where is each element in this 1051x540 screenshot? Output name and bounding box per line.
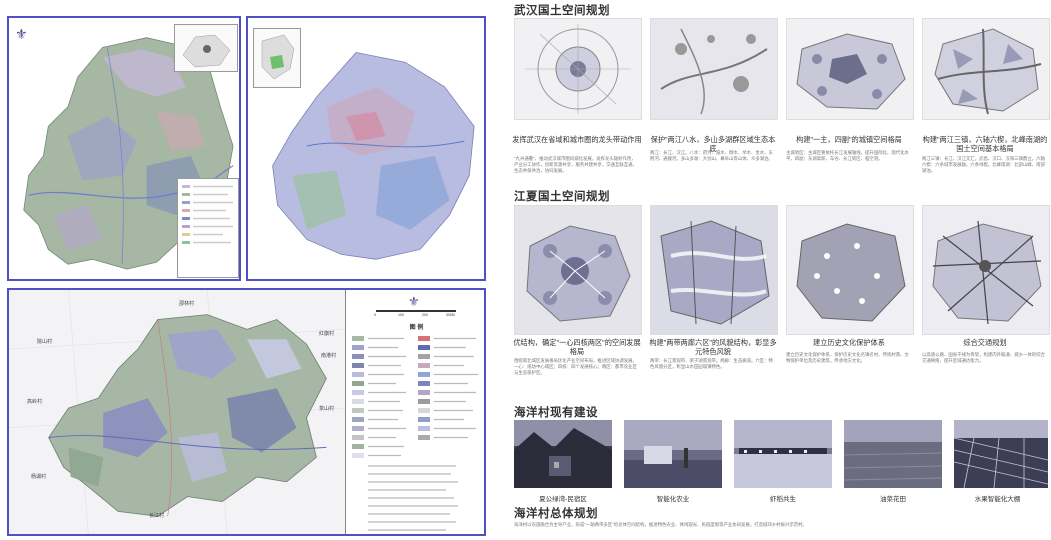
section-title-wuhan: 武汉国土空间规划 (514, 5, 610, 17)
jiangxia-caption-1: 优结构，确定"一心四核两区"的空间发展格局 (513, 338, 641, 356)
wuhan-diagram-3 (786, 18, 914, 120)
map-panel-top-right: ⚜ (246, 16, 486, 281)
village-label: 长江村 (149, 513, 165, 519)
photo-shrimp-rice (734, 420, 832, 488)
village-label: 院山村 (37, 339, 53, 345)
fleur-logo-icon: ⚜ (408, 294, 420, 309)
legend-title: 图 例 (409, 325, 424, 331)
photo-caption: 水果智能化大棚 (974, 496, 1021, 503)
wuhan-caption-4: 构建"两江三镇，六轴六楔，北峰南湖的国土空间基本格局 (922, 135, 1048, 153)
overall-text: 海洋村以农旅融合为主导产业，形成"一轴两带多区"的总体空间结构，推进特色农业、休… (514, 522, 807, 527)
jiangxia-diagram-2 (650, 205, 778, 335)
jiangxia-caption-4: 综合交通规划 (963, 338, 1007, 347)
wuhan-diagram-2 (650, 18, 778, 120)
village-label: 高岭村 (27, 399, 43, 405)
wuhan-text-2: 两江：长江、汉江。八水：府河、滠水、倒水、举水、金水、东荆河、通顺河。多山多湖：… (650, 150, 773, 161)
map-panel-bottom: 邵林村 院山村 红旗村 南港村 茶山村 高岭村 杨湖村 长江村 ⚜ 0 100 … (7, 288, 486, 536)
jiangxia-diagram-3 (786, 205, 914, 335)
scale-tick: 0 (374, 313, 376, 317)
village-label: 杨湖村 (31, 474, 47, 480)
legend-box (177, 178, 239, 278)
photo-caption: 智能化农业 (656, 496, 690, 503)
scale-bar: 0 100 200 300M (374, 310, 456, 318)
map-panel-top-left: ⚜ (7, 16, 241, 281)
scale-tick: 200 (422, 313, 428, 317)
legend-entries (352, 336, 478, 531)
wuhan-diagram-4 (922, 18, 1050, 120)
photo-caption: 虾稻共生 (770, 496, 796, 503)
legend-panel: ⚜ 0 100 200 300M 图 例 (345, 290, 484, 534)
jiangxia-diagram-4 (922, 205, 1050, 335)
section-title-overall: 海洋村总体规划 (514, 508, 598, 520)
fleur-logo-icon: ⚜ (15, 26, 28, 42)
section-title-haiyang: 海洋村现有建设 (514, 407, 598, 419)
jiangxia-text-1: 围绕南北城区发展格局优化产业空间布局，推进区域协调发展，一心：纸坊中心城区；四核… (514, 358, 637, 375)
village-label: 邵林村 (179, 301, 195, 307)
village-label: 茶山村 (319, 406, 335, 412)
village-label: 南港村 (321, 353, 337, 359)
photo-caption: 油菜花田 (880, 496, 906, 503)
photo-caption: 夏公绿湾-民宿区 (539, 496, 587, 503)
wuhan-text-1: "九州通衢"，推动武汉城市圈同城化发展，发挥龙头辐射作用，产业分工协作，创新资源… (514, 156, 637, 173)
scale-tick: 100 (398, 313, 404, 317)
village-label: 红旗村 (319, 331, 335, 337)
photo-smart-agriculture (624, 420, 722, 488)
jiangxia-text-3: 建立历史文化保护体系，保护历史文化名镇名村、传统村落、文物保护单位及历史建筑，传… (786, 352, 909, 363)
jiangxia-caption-3: 建立历史文化保护体系 (813, 338, 885, 347)
jiangxia-caption-2: 构建"两带两廊六区"的风貌结构，彰显多元特色风貌 (649, 338, 777, 356)
wuhan-diagram-1 (514, 18, 642, 120)
wuhan-caption-3: 构建"一主，四副"的城镇空间格局 (796, 135, 902, 144)
photo-fruit-greenhouse (954, 420, 1048, 488)
inset-locator-map (174, 24, 238, 72)
photo-rapeseed-field (844, 420, 942, 488)
jiangxia-text-4: 以高速公路、国省干线为骨架，构建内外联通、城乡一体的综合交通网络，提升区域通达能… (922, 352, 1045, 363)
wuhan-text-3: 主城地区：主城区要依托长江发展轴线，提升国际化、现代化水平。四副：东湖高新、车谷… (786, 150, 909, 161)
inset-locator-map (253, 28, 301, 88)
wuhan-caption-1: 发挥武汉在省域和城市圈的龙头带动作用 (512, 135, 642, 144)
section-title-jiangxia: 江夏国土空间规划 (514, 191, 610, 203)
jiangxia-text-2: 两带：长江景观带、梁子湖景观带。两廊：生态廊道。六区：特色风貌分区，彰显山水田园… (650, 358, 773, 369)
jiangxia-diagram-1 (514, 205, 642, 335)
wuhan-text-4: 两江三镇：长江、汉江交汇，武昌、汉口、汉阳三镇鼎立。六轴六楔：六条城市发展轴，六… (922, 156, 1045, 173)
scale-tick: 300M (446, 313, 455, 317)
photo-homestay (514, 420, 612, 488)
